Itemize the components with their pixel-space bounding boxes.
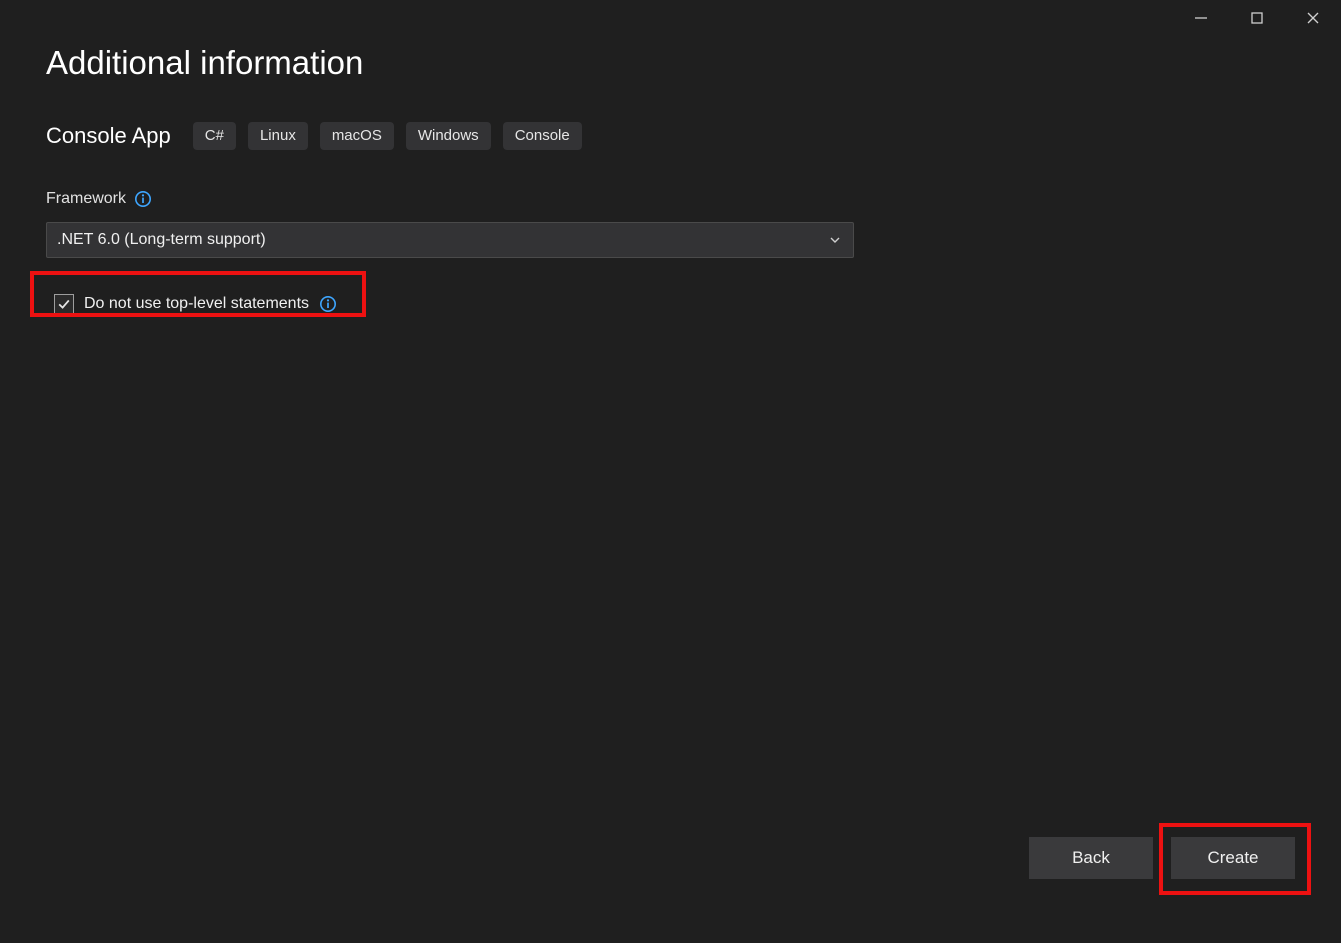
maximize-button[interactable] <box>1229 0 1285 36</box>
template-name: Console App <box>46 123 171 149</box>
chevron-down-icon <box>829 234 841 246</box>
tag-linux: Linux <box>248 122 308 150</box>
tag-windows: Windows <box>406 122 491 150</box>
framework-label: Framework <box>46 190 126 208</box>
minimize-button[interactable] <box>1173 0 1229 36</box>
back-button[interactable]: Back <box>1029 837 1153 879</box>
top-level-statements-row[interactable]: Do not use top-level statements <box>46 288 345 320</box>
info-icon[interactable] <box>319 295 337 313</box>
tag-macos: macOS <box>320 122 394 150</box>
tag-csharp: C# <box>193 122 236 150</box>
template-header: Console App C# Linux macOS Windows Conso… <box>46 122 1295 150</box>
page-body: Additional information Console App C# Li… <box>46 44 1295 943</box>
create-button[interactable]: Create <box>1171 837 1295 879</box>
window-controls <box>1173 0 1341 36</box>
wizard-footer: Back Create <box>1029 837 1295 879</box>
tag-console: Console <box>503 122 582 150</box>
page-title: Additional information <box>46 44 1295 82</box>
close-button[interactable] <box>1285 0 1341 36</box>
framework-selected: .NET 6.0 (Long-term support) <box>57 231 266 249</box>
framework-label-row: Framework <box>46 190 1295 208</box>
info-icon[interactable] <box>134 190 152 208</box>
framework-dropdown[interactable]: .NET 6.0 (Long-term support) <box>46 222 854 258</box>
top-level-statements-label: Do not use top-level statements <box>84 295 309 313</box>
template-tags: C# Linux macOS Windows Console <box>193 122 582 150</box>
top-level-statements-checkbox[interactable] <box>54 294 74 314</box>
